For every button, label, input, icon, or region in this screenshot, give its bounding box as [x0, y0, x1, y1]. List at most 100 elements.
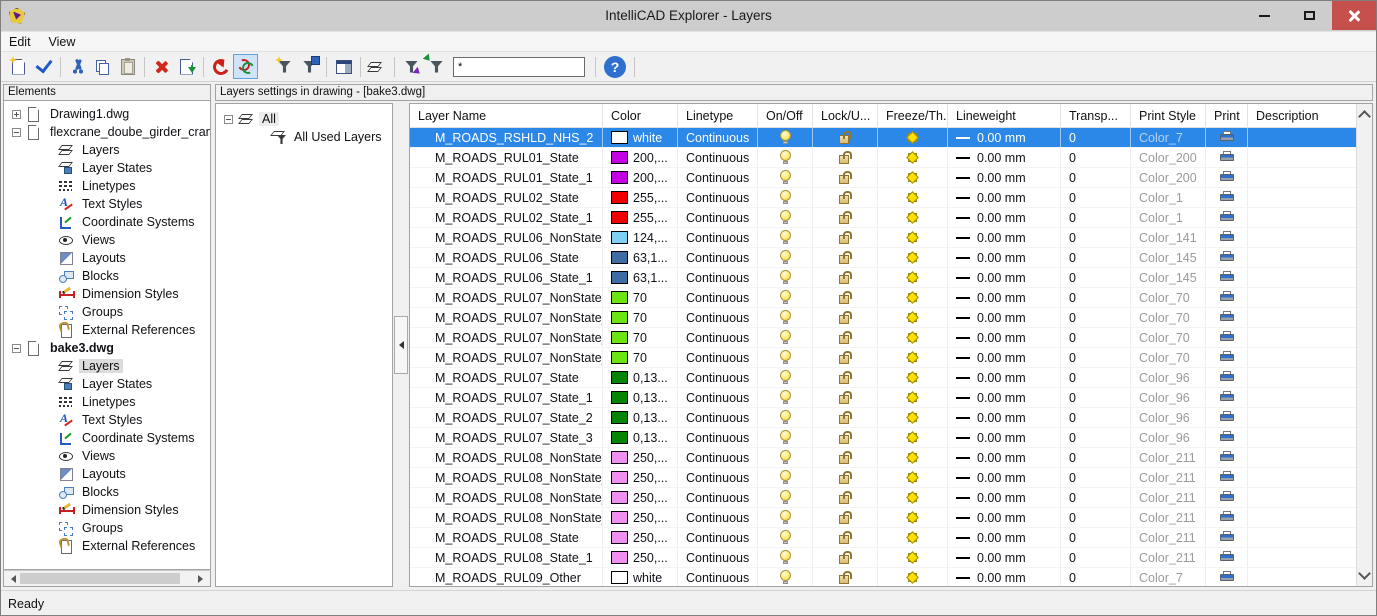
- thawed-sun-icon[interactable]: [906, 151, 919, 164]
- linetype-cell[interactable]: Continuous: [678, 228, 758, 247]
- transparency-cell[interactable]: 0: [1061, 268, 1131, 287]
- onoff-cell[interactable]: [758, 168, 813, 187]
- scrollbar-thumb[interactable]: [20, 573, 180, 584]
- tree-item[interactable]: Layer States: [4, 375, 210, 393]
- table-row[interactable]: M_ROADS_RUL01_State 200,... Continuous: [410, 148, 1356, 168]
- printer-icon[interactable]: [1220, 411, 1234, 424]
- color-swatch[interactable]: [611, 151, 628, 164]
- lock-cell[interactable]: [813, 168, 878, 187]
- print-style-cell[interactable]: Color_70: [1131, 308, 1206, 327]
- onoff-cell[interactable]: [758, 448, 813, 467]
- paste-button[interactable]: [115, 54, 140, 79]
- description-cell[interactable]: [1248, 488, 1356, 507]
- freeze-cell[interactable]: [878, 368, 948, 387]
- print-style-cell[interactable]: Color_200: [1131, 148, 1206, 167]
- header-print[interactable]: Print: [1206, 104, 1248, 127]
- description-cell[interactable]: [1248, 168, 1356, 187]
- linetype-cell[interactable]: Continuous: [678, 288, 758, 307]
- transparency-cell[interactable]: 0: [1061, 368, 1131, 387]
- tree-item[interactable]: Layer States: [4, 159, 210, 177]
- printer-icon[interactable]: [1220, 331, 1234, 344]
- description-cell[interactable]: [1248, 568, 1356, 586]
- lineweight-cell[interactable]: 0.00 mm: [948, 428, 1061, 447]
- tree-item[interactable]: Layouts: [4, 465, 210, 483]
- freeze-cell[interactable]: [878, 248, 948, 267]
- color-cell[interactable]: white: [603, 568, 678, 586]
- tree-item[interactable]: Blocks: [4, 267, 210, 285]
- color-swatch[interactable]: [611, 331, 628, 344]
- bulb-on-icon[interactable]: [780, 430, 791, 445]
- unlocked-padlock-icon[interactable]: [839, 411, 852, 425]
- print-style-cell[interactable]: Color_96: [1131, 408, 1206, 427]
- printer-icon[interactable]: [1220, 311, 1234, 324]
- freeze-cell[interactable]: [878, 408, 948, 427]
- table-row[interactable]: M_ROADS_RUL08_State 250,... Continuous: [410, 528, 1356, 548]
- linetype-cell[interactable]: Continuous: [678, 528, 758, 547]
- print-style-cell[interactable]: Color_211: [1131, 548, 1206, 567]
- table-row[interactable]: M_ROADS_RUL08_NonState_3 250,... Continu…: [410, 508, 1356, 528]
- color-cell[interactable]: 63,1...: [603, 268, 678, 287]
- thawed-sun-icon[interactable]: [906, 231, 919, 244]
- description-cell[interactable]: [1248, 208, 1356, 227]
- header-freeze[interactable]: Freeze/Th...: [878, 104, 948, 127]
- tree-item[interactable]: Layouts: [4, 249, 210, 267]
- lineweight-cell[interactable]: 0.00 mm: [948, 468, 1061, 487]
- layer-name-cell[interactable]: M_ROADS_RSHLD_NHS_2: [410, 128, 603, 147]
- transparency-cell[interactable]: 0: [1061, 328, 1131, 347]
- linetype-cell[interactable]: Continuous: [678, 168, 758, 187]
- print-style-cell[interactable]: Color_211: [1131, 448, 1206, 467]
- layer-states-manager-button[interactable]: [365, 54, 390, 79]
- freeze-cell[interactable]: [878, 168, 948, 187]
- layer-name-cell[interactable]: M_ROADS_RUL02_State_1: [410, 208, 603, 227]
- print-cell[interactable]: [1206, 348, 1248, 367]
- thawed-sun-icon[interactable]: [906, 431, 919, 444]
- unlocked-padlock-icon[interactable]: [839, 231, 852, 245]
- lineweight-cell[interactable]: 0.00 mm: [948, 528, 1061, 547]
- bulb-on-icon[interactable]: [780, 290, 791, 305]
- print-style-cell[interactable]: Color_200: [1131, 168, 1206, 187]
- printer-icon[interactable]: [1220, 211, 1234, 224]
- lock-cell[interactable]: [813, 228, 878, 247]
- onoff-cell[interactable]: [758, 128, 813, 147]
- thawed-sun-icon[interactable]: [906, 351, 919, 364]
- description-cell[interactable]: [1248, 148, 1356, 167]
- freeze-cell[interactable]: [878, 328, 948, 347]
- unlocked-padlock-icon[interactable]: [839, 211, 852, 225]
- table-row[interactable]: M_ROADS_RUL07_NonState_1 70 Continuous: [410, 308, 1356, 328]
- scroll-down-chevron-icon[interactable]: [1358, 567, 1371, 580]
- thawed-sun-icon[interactable]: [906, 331, 919, 344]
- freeze-cell[interactable]: [878, 128, 948, 147]
- tree-item[interactable]: Drawing1.dwg: [4, 105, 210, 123]
- description-cell[interactable]: [1248, 288, 1356, 307]
- layer-name-cell[interactable]: M_ROADS_RUL08_NonState_1: [410, 468, 603, 487]
- print-cell[interactable]: [1206, 308, 1248, 327]
- onoff-cell[interactable]: [758, 328, 813, 347]
- color-swatch[interactable]: [611, 451, 628, 464]
- transparency-cell[interactable]: 0: [1061, 408, 1131, 427]
- layer-name-cell[interactable]: M_ROADS_RUL08_NonState: [410, 448, 603, 467]
- undo-button[interactable]: [208, 54, 233, 79]
- linetype-cell[interactable]: Continuous: [678, 208, 758, 227]
- lock-cell[interactable]: [813, 528, 878, 547]
- freeze-cell[interactable]: [878, 288, 948, 307]
- transparency-cell[interactable]: 0: [1061, 128, 1131, 147]
- scroll-up-chevron-icon[interactable]: [1358, 110, 1371, 123]
- freeze-cell[interactable]: [878, 488, 948, 507]
- table-row[interactable]: M_ROADS_RUL08_State_1 250,... Continuous: [410, 548, 1356, 568]
- bulb-on-icon[interactable]: [780, 230, 791, 245]
- lock-cell[interactable]: [813, 448, 878, 467]
- description-cell[interactable]: [1248, 328, 1356, 347]
- linetype-cell[interactable]: Continuous: [678, 428, 758, 447]
- thawed-sun-icon[interactable]: [906, 171, 919, 184]
- filter-item-all-used-layers[interactable]: All Used Layers: [216, 128, 392, 146]
- thawed-sun-icon[interactable]: [906, 291, 919, 304]
- apply-filter-button[interactable]: [424, 54, 449, 79]
- thawed-sun-icon[interactable]: [906, 531, 919, 544]
- onoff-cell[interactable]: [758, 568, 813, 586]
- lineweight-cell[interactable]: 0.00 mm: [948, 188, 1061, 207]
- freeze-cell[interactable]: [878, 508, 948, 527]
- printer-icon[interactable]: [1220, 231, 1234, 244]
- unlocked-padlock-icon[interactable]: [839, 531, 852, 545]
- tree-item[interactable]: External References: [4, 537, 210, 555]
- lock-cell[interactable]: [813, 468, 878, 487]
